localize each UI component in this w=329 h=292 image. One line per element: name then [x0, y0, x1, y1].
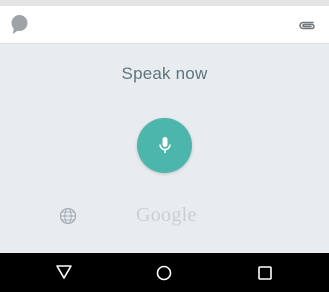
navigation-bar [0, 253, 329, 292]
voice-search-panel: Speak now Google [0, 44, 329, 253]
speech-bubble-icon [11, 15, 28, 34]
recents-square-icon[interactable] [257, 265, 273, 281]
microphone-icon [158, 136, 171, 153]
speak-now-prompt: Speak now [121, 64, 208, 83]
back-triangle-icon[interactable] [55, 264, 73, 280]
top-bar [0, 6, 329, 44]
home-circle-icon[interactable] [155, 264, 173, 282]
globe-icon[interactable] [59, 207, 77, 225]
google-logo: Google [136, 204, 197, 226]
paperclip-icon[interactable] [298, 18, 316, 32]
microphone-button[interactable] [137, 118, 192, 173]
